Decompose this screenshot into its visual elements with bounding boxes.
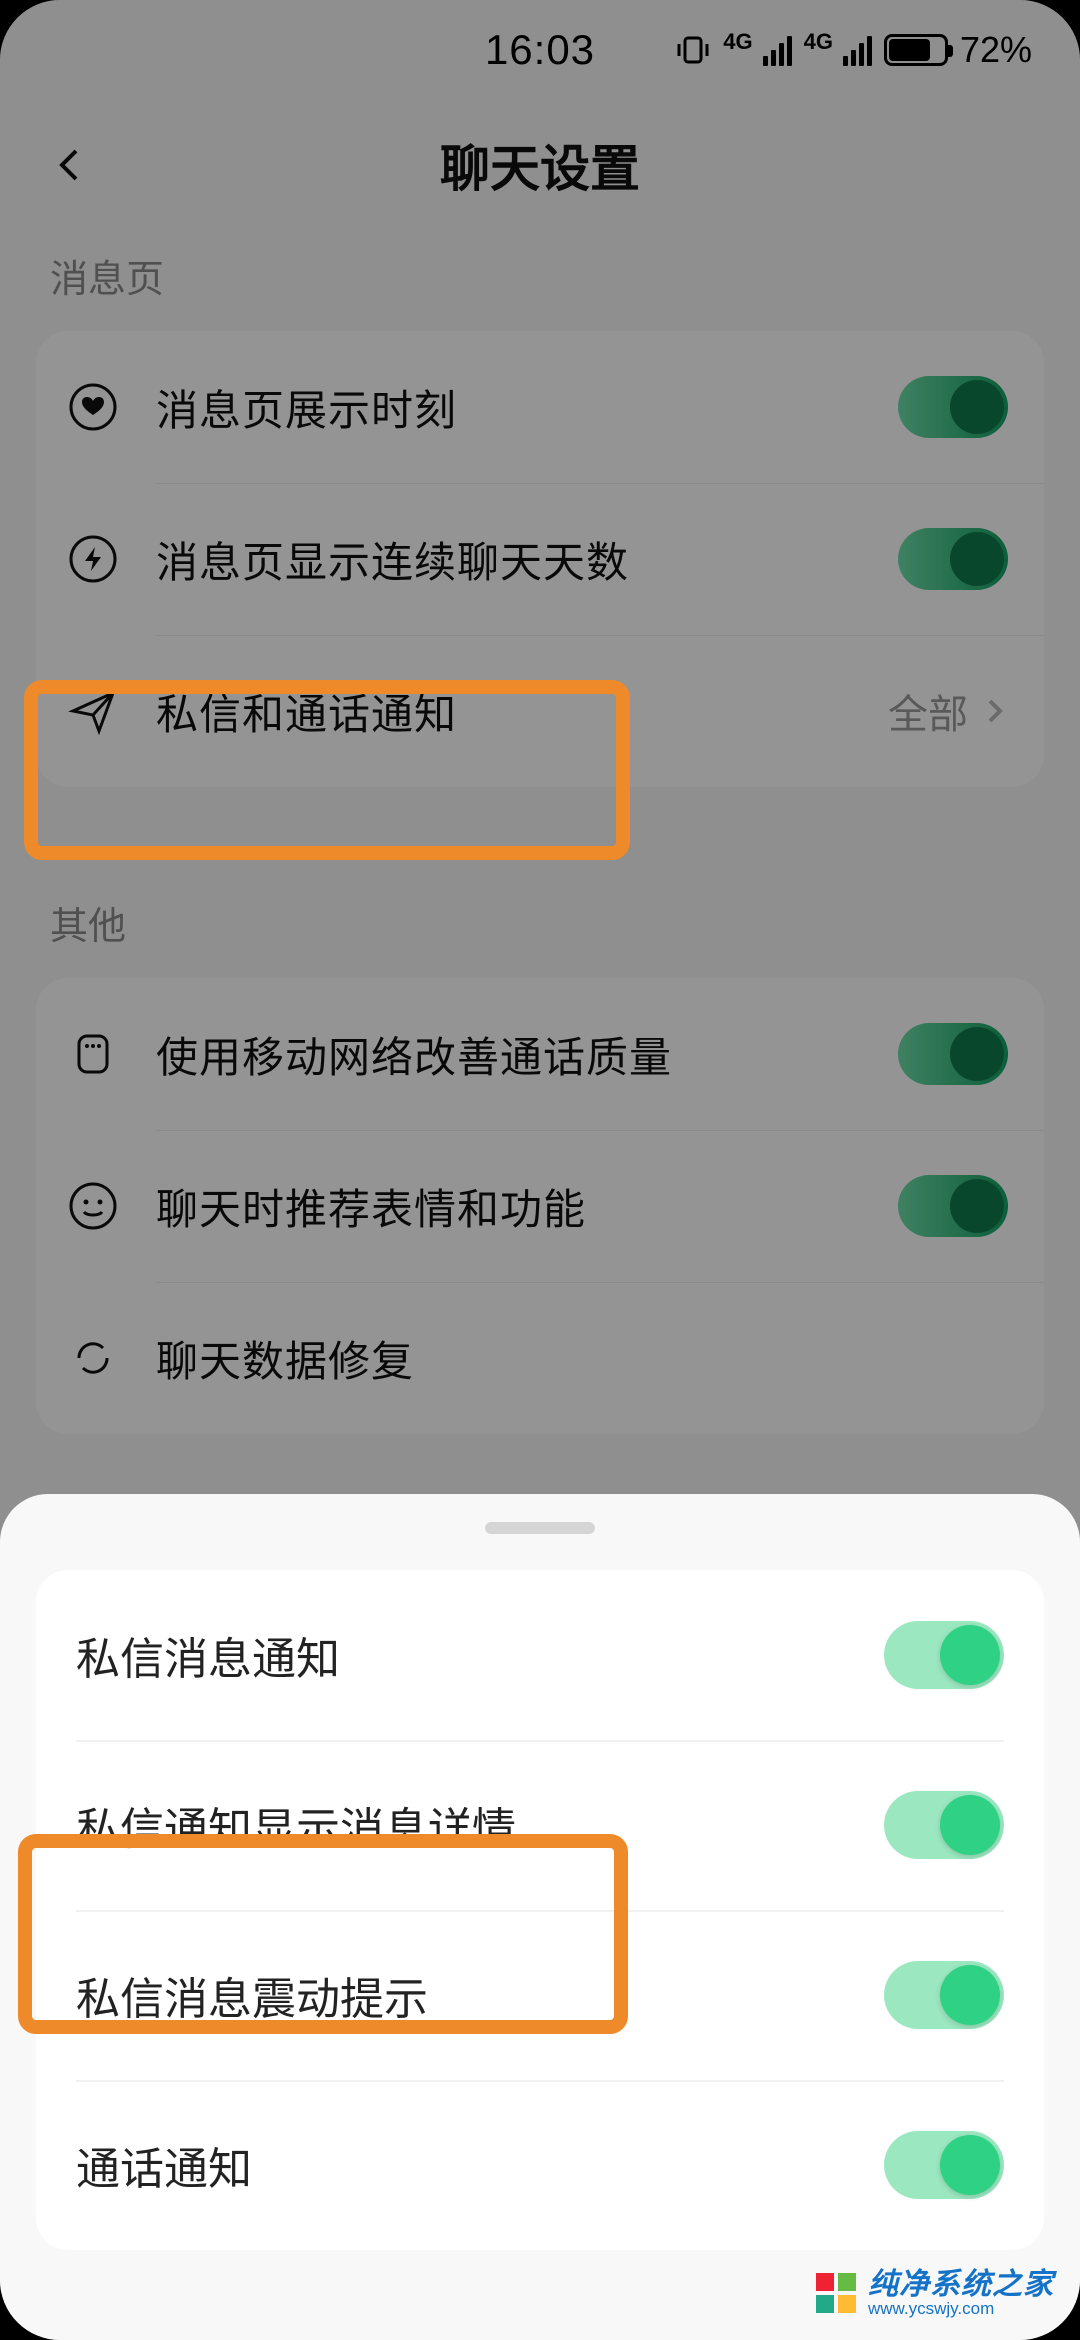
watermark: 纯净系统之家 www.ycswjy.com [814, 2269, 1054, 2318]
sheet-card: 私信消息通知 私信通知显示消息详情 私信消息震动提示 通话通知 [36, 1570, 1044, 2250]
sheet-row-call-notify[interactable]: 通话通知 [36, 2080, 1044, 2250]
watermark-title: 纯净系统之家 [868, 2269, 1054, 2301]
sheet-row-label: 私信通知显示消息详情 [76, 1793, 884, 1857]
phone-frame: 16:03 4G 4G 72% 聊天设置 消息页 消息页展示时刻 [0, 0, 1080, 2340]
sheet-row-label: 私信消息震动提示 [76, 1963, 884, 2027]
toggle-dm-vibrate[interactable] [884, 1961, 1004, 2029]
sheet-row-dm-detail[interactable]: 私信通知显示消息详情 [36, 1740, 1044, 1910]
toggle-call-notify[interactable] [884, 2131, 1004, 2199]
sheet-handle[interactable] [485, 1522, 595, 1534]
sheet-row-label: 私信消息通知 [76, 1623, 884, 1687]
sheet-row-label: 通话通知 [76, 2133, 884, 2197]
watermark-url: www.ycswjy.com [868, 2300, 1054, 2318]
bottom-sheet: 私信消息通知 私信通知显示消息详情 私信消息震动提示 通话通知 [0, 1494, 1080, 2340]
sheet-row-dm-notify[interactable]: 私信消息通知 [36, 1570, 1044, 1740]
watermark-logo-icon [814, 2271, 858, 2315]
toggle-dm-notify[interactable] [884, 1621, 1004, 1689]
toggle-dm-detail[interactable] [884, 1791, 1004, 1859]
sheet-row-dm-vibrate[interactable]: 私信消息震动提示 [36, 1910, 1044, 2080]
